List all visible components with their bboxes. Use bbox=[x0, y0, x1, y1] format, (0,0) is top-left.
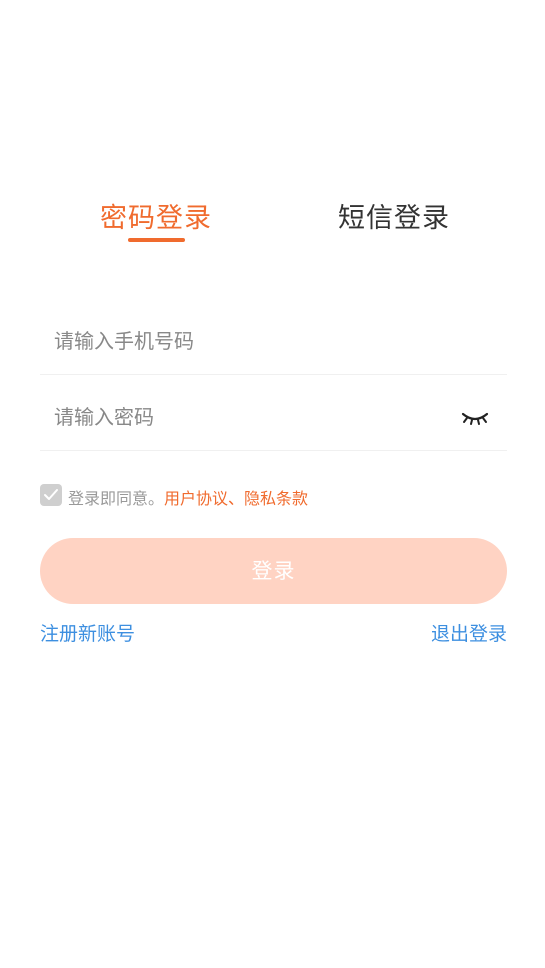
login-page: 密码登录 短信登录 登录即同意。用户协议、隐私条款 登录 注册新账号 退出登 bbox=[0, 0, 545, 968]
eye-closed-icon[interactable] bbox=[461, 410, 489, 428]
register-link[interactable]: 注册新账号 bbox=[40, 619, 135, 646]
phone-field bbox=[40, 298, 507, 375]
agreement-text: 登录即同意。用户协议、隐私条款 bbox=[68, 485, 308, 509]
password-field bbox=[40, 374, 507, 451]
tab-sms-login[interactable]: 短信登录 bbox=[338, 196, 450, 235]
logout-link[interactable]: 退出登录 bbox=[431, 619, 507, 646]
tab-password-login[interactable]: 密码登录 bbox=[100, 196, 212, 235]
agreement-links[interactable]: 用户协议、隐私条款 bbox=[164, 489, 308, 508]
active-tab-indicator bbox=[128, 238, 185, 242]
password-input[interactable] bbox=[54, 400, 434, 434]
agreement-checkbox[interactable] bbox=[40, 484, 62, 506]
login-button[interactable]: 登录 bbox=[40, 538, 507, 604]
checkmark-icon bbox=[44, 489, 58, 500]
agreement-prefix: 登录即同意。 bbox=[68, 489, 165, 508]
phone-input[interactable] bbox=[54, 324, 434, 358]
